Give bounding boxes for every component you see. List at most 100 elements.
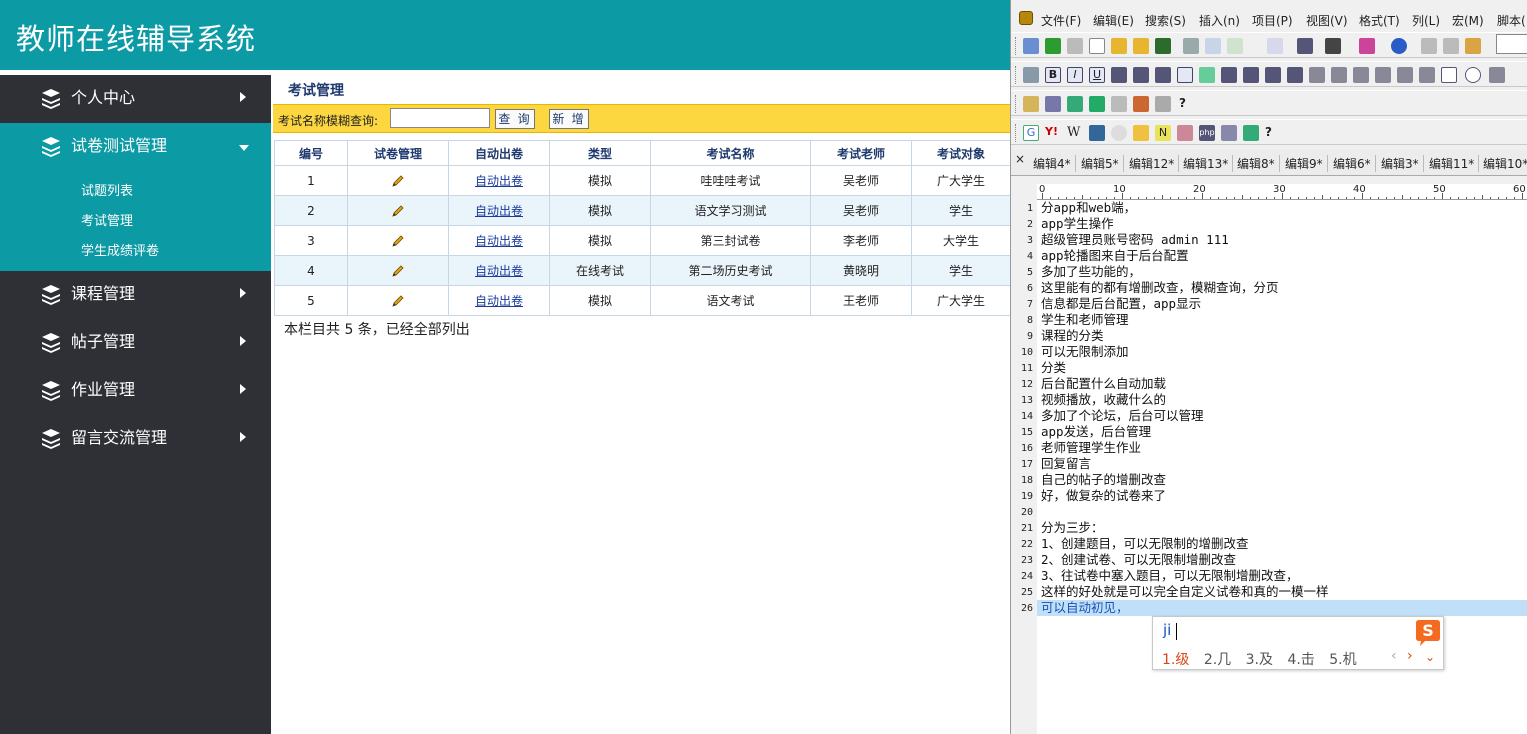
textarea-icon[interactable] bbox=[1375, 67, 1391, 83]
help-icon[interactable]: ? bbox=[1265, 125, 1281, 141]
print-preview-icon[interactable] bbox=[1205, 38, 1221, 54]
sidebar-item-post-management[interactable]: 帖子管理 bbox=[0, 319, 271, 367]
tab-edit4[interactable]: 编辑4* bbox=[1033, 155, 1076, 172]
submenu-item-grading[interactable]: 学生成绩评卷 bbox=[0, 237, 271, 267]
select-icon[interactable] bbox=[1397, 67, 1413, 83]
spellcheck-icon[interactable] bbox=[1227, 38, 1243, 54]
lightbulb-icon[interactable] bbox=[1111, 125, 1127, 141]
underline-icon[interactable]: U bbox=[1089, 67, 1105, 83]
pencil-edit-icon[interactable] bbox=[390, 173, 406, 189]
sidebar-item-homework-management[interactable]: 作业管理 bbox=[0, 367, 271, 415]
count-icon[interactable] bbox=[1111, 96, 1127, 112]
query-button[interactable]: 查 询 bbox=[495, 109, 535, 129]
ime-candidate[interactable]: 4.击 bbox=[1287, 652, 1314, 668]
ime-candidate[interactable]: 3.及 bbox=[1246, 652, 1273, 668]
tab-edit8[interactable]: 编辑8* bbox=[1237, 155, 1280, 172]
align-right-icon[interactable] bbox=[1265, 67, 1281, 83]
numbered-list-icon[interactable] bbox=[1155, 67, 1171, 83]
table-icon[interactable] bbox=[1023, 96, 1039, 112]
cut-icon[interactable] bbox=[1421, 38, 1437, 54]
tab-edit6[interactable]: 编辑6* bbox=[1333, 155, 1376, 172]
radio-icon[interactable] bbox=[1465, 67, 1481, 83]
submenu-item-question-list[interactable]: 试题列表 bbox=[0, 177, 271, 207]
yahoo-icon[interactable]: Y! bbox=[1045, 125, 1061, 141]
sidebar-item-message-management[interactable]: 留言交流管理 bbox=[0, 415, 271, 463]
menu-macro[interactable]: 宏(M) bbox=[1452, 12, 1484, 29]
button-icon[interactable] bbox=[1489, 67, 1505, 83]
align-left-icon[interactable] bbox=[1221, 67, 1237, 83]
sidebar-item-course-management[interactable]: 课程管理 bbox=[0, 271, 271, 319]
menu-edit[interactable]: 编辑(E) bbox=[1093, 12, 1134, 29]
tag-icon[interactable] bbox=[1155, 96, 1171, 112]
menu-script[interactable]: 脚本( bbox=[1497, 12, 1526, 29]
paste-icon[interactable] bbox=[1465, 38, 1481, 54]
html-icon[interactable] bbox=[1023, 67, 1039, 83]
page-icon[interactable] bbox=[1267, 38, 1283, 54]
sidebar-item-exam-management[interactable]: 试卷测试管理 bbox=[0, 123, 271, 171]
auto-generate-link[interactable]: 自动出卷 bbox=[475, 204, 523, 218]
wrap-icon[interactable] bbox=[1297, 38, 1313, 54]
menu-project[interactable]: 项目(P) bbox=[1252, 12, 1293, 29]
submenu-item-exam-management[interactable]: 考试管理 bbox=[0, 207, 271, 237]
hex-icon[interactable] bbox=[1325, 38, 1341, 54]
tab-edit5[interactable]: 编辑5* bbox=[1081, 155, 1124, 172]
image-icon[interactable] bbox=[1419, 67, 1435, 83]
windows-icon[interactable] bbox=[1243, 125, 1259, 141]
checkbox-icon[interactable] bbox=[1441, 67, 1457, 83]
ime-candidate[interactable]: 5.机 bbox=[1329, 652, 1356, 668]
textbox-icon[interactable] bbox=[1353, 67, 1369, 83]
indent-icon[interactable] bbox=[1287, 67, 1303, 83]
exam-name-search-input[interactable] bbox=[390, 108, 490, 128]
menu-insert[interactable]: 插入(n) bbox=[1199, 12, 1240, 29]
form-icon[interactable] bbox=[1309, 67, 1325, 83]
copy-icon[interactable] bbox=[1443, 38, 1459, 54]
color-icon[interactable] bbox=[1199, 67, 1215, 83]
tab-edit11[interactable]: 编辑11* bbox=[1429, 155, 1480, 172]
pencil-edit-icon[interactable] bbox=[390, 263, 406, 279]
chevron-down-icon[interactable]: ⌄ bbox=[1425, 650, 1435, 664]
paragraph-icon[interactable] bbox=[1111, 67, 1127, 83]
bullet-list-icon[interactable] bbox=[1133, 67, 1149, 83]
bold-icon[interactable]: B bbox=[1045, 67, 1061, 83]
pencil-edit-icon[interactable] bbox=[390, 203, 406, 219]
tools-icon[interactable] bbox=[1133, 96, 1149, 112]
auto-generate-link[interactable]: 自动出卷 bbox=[475, 264, 523, 278]
toolbar-combo-input[interactable] bbox=[1496, 34, 1527, 54]
tab-edit10[interactable]: 编辑10* bbox=[1483, 155, 1527, 172]
menu-format[interactable]: 格式(T) bbox=[1359, 12, 1400, 29]
save-icon[interactable] bbox=[1155, 38, 1171, 54]
auto-generate-link[interactable]: 自动出卷 bbox=[475, 174, 523, 188]
pencil-edit-icon[interactable] bbox=[390, 233, 406, 249]
forward-arrow-icon[interactable] bbox=[1067, 38, 1083, 54]
add-button[interactable]: 新 增 bbox=[549, 109, 589, 129]
close-icon[interactable]: × bbox=[1015, 152, 1025, 166]
link-icon[interactable] bbox=[1221, 125, 1237, 141]
auto-generate-link[interactable]: 自动出卷 bbox=[475, 234, 523, 248]
wikipedia-icon[interactable]: W bbox=[1067, 125, 1083, 141]
line-icon[interactable] bbox=[1331, 67, 1347, 83]
back-arrow-icon[interactable] bbox=[1045, 38, 1061, 54]
open-folder-icon[interactable] bbox=[1111, 38, 1127, 54]
tab-edit13[interactable]: 编辑13* bbox=[1183, 155, 1234, 172]
auto-generate-link[interactable]: 自动出卷 bbox=[475, 294, 523, 308]
ime-candidate[interactable]: 1.级 bbox=[1162, 652, 1189, 668]
tab-edit3[interactable]: 编辑3* bbox=[1381, 155, 1424, 172]
menu-file[interactable]: 文件(F) bbox=[1041, 12, 1081, 29]
clipboard-list-icon[interactable] bbox=[1359, 38, 1375, 54]
tab-edit12[interactable]: 编辑12* bbox=[1129, 155, 1180, 172]
validate-icon[interactable] bbox=[1067, 96, 1083, 112]
italic-icon[interactable]: I bbox=[1067, 67, 1083, 83]
open-folder-2-icon[interactable] bbox=[1133, 38, 1149, 54]
bookmark-icon[interactable] bbox=[1177, 125, 1193, 141]
align-center-icon[interactable] bbox=[1243, 67, 1259, 83]
sogou-search-icon[interactable] bbox=[1133, 125, 1149, 141]
n-icon[interactable]: N bbox=[1155, 125, 1171, 141]
blank-document-icon[interactable] bbox=[1089, 38, 1105, 54]
ime-candidate[interactable]: 2.几 bbox=[1204, 652, 1231, 668]
pencil-edit-icon[interactable] bbox=[390, 293, 406, 309]
new-file-icon[interactable] bbox=[1023, 38, 1039, 54]
tab-edit9[interactable]: 编辑9* bbox=[1285, 155, 1328, 172]
globe-icon[interactable] bbox=[1391, 38, 1407, 54]
sidebar-item-personal-center[interactable]: 个人中心 bbox=[0, 75, 271, 123]
id-icon[interactable] bbox=[1089, 96, 1105, 112]
